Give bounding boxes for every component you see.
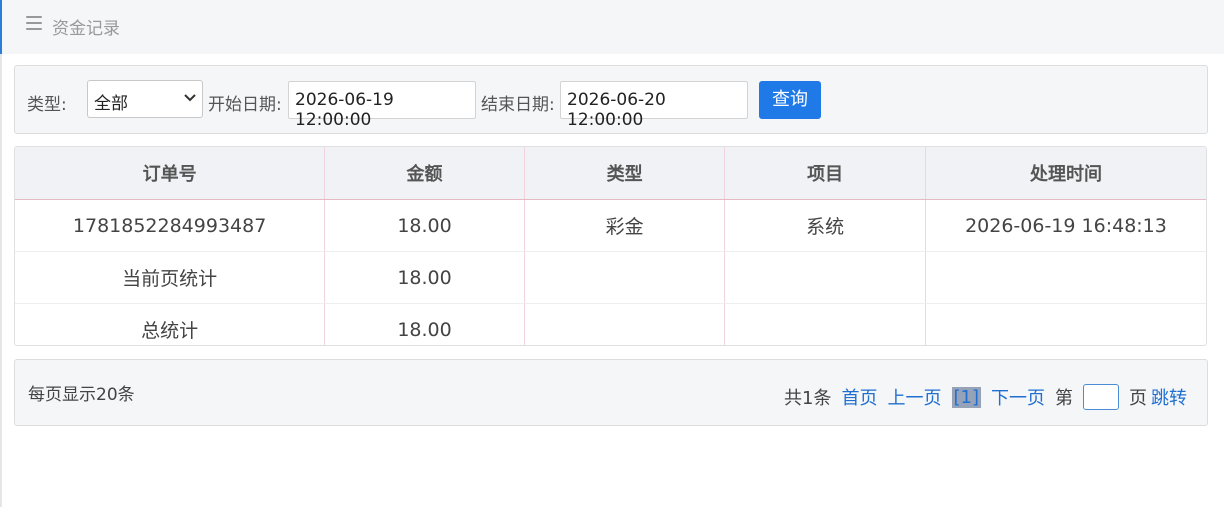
query-button[interactable]: 查询: [759, 81, 821, 119]
cell-empty: [724, 251, 926, 304]
page-title: 资金记录: [52, 19, 120, 39]
page-number-input[interactable]: [1083, 384, 1119, 410]
prev-page-link[interactable]: 上一页: [888, 384, 942, 410]
start-date-input[interactable]: 2026-06-19 12:00:00: [288, 81, 476, 130]
records-table: 订单号 金额 类型 项目 处理时间 1781852284993487 18.00…: [14, 146, 1207, 346]
pagination-panel: 每页显示20条 共1条 首页 上一页 [1] 下一页 第 页 跳转: [14, 359, 1208, 426]
column-header-amount: 金额: [324, 147, 525, 200]
first-page-link[interactable]: 首页: [842, 384, 878, 410]
current-page: [1]: [951, 386, 981, 408]
total-count: 共1条: [784, 388, 832, 409]
cell-item: 系统: [724, 199, 926, 252]
type-select[interactable]: 全部: [87, 80, 203, 118]
cell-summary-amount: 18.00: [324, 251, 525, 304]
column-header-type: 类型: [524, 147, 726, 200]
goto-suffix: 页: [1129, 388, 1147, 409]
page-left-border: [0, 0, 2, 507]
per-page-text: 每页显示20条: [28, 385, 135, 405]
column-header-item: 项目: [724, 147, 926, 200]
end-date-label: 结束日期:: [481, 95, 555, 115]
start-date-label: 开始日期:: [208, 95, 282, 115]
cell-amount: 18.00: [324, 199, 525, 252]
table-header-row: 订单号 金额 类型 项目 处理时间: [15, 147, 1206, 200]
end-date-input[interactable]: 2026-06-20 12:00:00: [560, 81, 748, 130]
total-summary-row: 总统计 18.00: [15, 303, 1206, 346]
cell-order-no: 1781852284993487: [15, 199, 326, 252]
column-header-time: 处理时间: [925, 147, 1206, 200]
cell-empty: [925, 251, 1206, 304]
pagination: 共1条 首页 上一页 [1] 下一页 第 页 跳转: [784, 384, 1187, 410]
cell-empty: [524, 251, 726, 304]
column-header-order-no: 订单号: [15, 147, 326, 200]
next-page-link[interactable]: 下一页: [991, 384, 1045, 410]
cell-empty: [724, 303, 926, 345]
cell-time: 2026-06-19 16:48:13: [925, 199, 1206, 252]
cell-empty: [524, 303, 726, 345]
goto-prefix: 第: [1055, 388, 1073, 409]
cell-summary-label: 当前页统计: [15, 251, 326, 304]
cell-total-label: 总统计: [15, 303, 326, 345]
cell-empty: [925, 304, 1206, 346]
top-bar: 资金记录: [2, 0, 1224, 54]
cell-type: 彩金: [524, 199, 726, 252]
jump-link[interactable]: 跳转: [1151, 384, 1187, 410]
type-label: 类型:: [27, 95, 67, 115]
page-summary-row: 当前页统计 18.00: [15, 251, 1206, 304]
cell-total-amount: 18.00: [324, 303, 525, 345]
table-row: 1781852284993487 18.00 彩金 系统 2026-06-19 …: [15, 199, 1206, 252]
filter-panel: 类型: 全部 开始日期: 2026-06-19 12:00:00 结束日期: 2…: [14, 65, 1208, 134]
type-select-value: 全部: [94, 94, 128, 114]
menu-icon[interactable]: [26, 16, 42, 30]
chevron-down-icon: [184, 94, 196, 102]
